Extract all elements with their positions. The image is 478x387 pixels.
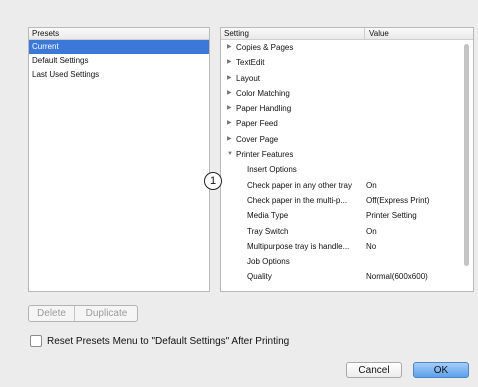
reset-presets-checkbox[interactable]	[30, 335, 42, 347]
setting-row[interactable]: ▶ Paper Feed	[221, 116, 473, 131]
cancel-button[interactable]: Cancel	[346, 362, 402, 378]
setting-label: TextEdit	[236, 58, 265, 68]
setting-row[interactable]: Media Type Printer Setting	[221, 208, 473, 223]
setting-label: Paper Feed	[236, 119, 278, 129]
setting-label: Media Type	[247, 211, 289, 221]
setting-value[interactable]: Printer Setting	[366, 208, 417, 223]
presets-list[interactable]: Presets Current Default Settings Last Used…	[28, 27, 210, 292]
setting-label: Paper Handling	[236, 104, 292, 114]
disclosure-collapsed-icon[interactable]: ▶	[227, 132, 232, 147]
setting-value[interactable]: Normal(600x600)	[366, 269, 428, 284]
setting-label: Cover Page	[236, 134, 279, 144]
setting-row[interactable]: ▶ Paper Handling	[221, 101, 473, 116]
duplicate-button[interactable]: Duplicate	[75, 306, 138, 321]
setting-label: Copies & Pages	[236, 43, 294, 52]
setting-value[interactable]: No	[366, 239, 376, 254]
setting-value[interactable]: On	[366, 224, 377, 239]
disclosure-collapsed-icon[interactable]: ▶	[227, 86, 232, 101]
presets-header: Presets	[29, 28, 209, 40]
setting-label: Tray Switch	[247, 226, 289, 236]
preset-item[interactable]: Last Used Settings	[29, 68, 209, 82]
setting-label: Quality	[247, 272, 272, 282]
settings-scrollbar[interactable]	[464, 44, 469, 266]
setting-row[interactable]: Check paper in the multi-p... Off(Express…	[221, 193, 473, 208]
preset-item[interactable]: Default Settings	[29, 54, 209, 68]
setting-column-header[interactable]: Setting	[224, 28, 365, 39]
setting-value[interactable]: Off(Express Print)	[366, 193, 429, 208]
preset-item[interactable]: Current	[29, 40, 209, 54]
setting-value[interactable]: On	[366, 178, 377, 193]
setting-row[interactable]: Insert Options	[221, 162, 473, 177]
disclosure-collapsed-icon[interactable]: ▶	[227, 101, 232, 116]
reset-presets-label: Reset Presets Menu to "Default Settings"…	[47, 335, 290, 347]
settings-table[interactable]: Setting Value ▶ Copies & Pages ▶ TextEdit ▶ L…	[220, 27, 474, 292]
disclosure-collapsed-icon[interactable]: ▶	[227, 55, 232, 70]
callout-marker: 1	[204, 172, 222, 190]
setting-row[interactable]: ▶ Cover Page	[221, 132, 473, 147]
setting-row[interactable]: ▶ Copies & Pages	[221, 40, 473, 55]
disclosure-collapsed-icon[interactable]: ▶	[227, 40, 232, 55]
disclosure-collapsed-icon[interactable]: ▶	[227, 116, 232, 131]
preset-actions: Delete Duplicate	[28, 305, 138, 322]
ok-button[interactable]: OK	[413, 362, 469, 378]
setting-label: Multipurpose tray is handle...	[247, 241, 350, 251]
setting-label: Layout	[236, 73, 261, 83]
setting-row[interactable]: Quality Normal(600x600)	[221, 269, 473, 284]
disclosure-expanded-icon[interactable]: ▼	[227, 147, 233, 162]
disclosure-collapsed-icon[interactable]: ▶	[227, 71, 232, 86]
reset-presets-option[interactable]: Reset Presets Menu to "Default Settings"…	[30, 334, 289, 348]
setting-label: Insert Options	[247, 165, 297, 175]
setting-label: Job Options	[247, 257, 290, 267]
setting-label: Check paper in the multi-p...	[247, 195, 348, 205]
setting-row[interactable]: Tray Switch On	[221, 224, 473, 239]
setting-row[interactable]: ▶ TextEdit	[221, 55, 473, 70]
setting-label: Color Matching	[236, 88, 290, 98]
setting-label: Check paper in any other tray	[247, 180, 352, 190]
setting-row[interactable]: ▼ Printer Features	[221, 147, 473, 162]
setting-row[interactable]: Multipurpose tray is handle... No	[221, 239, 473, 254]
setting-row[interactable]: ▶ Layout	[221, 71, 473, 86]
value-column-header[interactable]: Value	[365, 28, 473, 39]
delete-button[interactable]: Delete	[29, 306, 75, 321]
setting-row[interactable]: Check paper in any other tray On	[221, 178, 473, 193]
setting-row[interactable]: Job Options	[221, 254, 473, 269]
settings-header: Setting Value	[221, 28, 473, 40]
setting-row[interactable]: ▶ Color Matching	[221, 86, 473, 101]
setting-label: Printer Features	[236, 150, 294, 160]
